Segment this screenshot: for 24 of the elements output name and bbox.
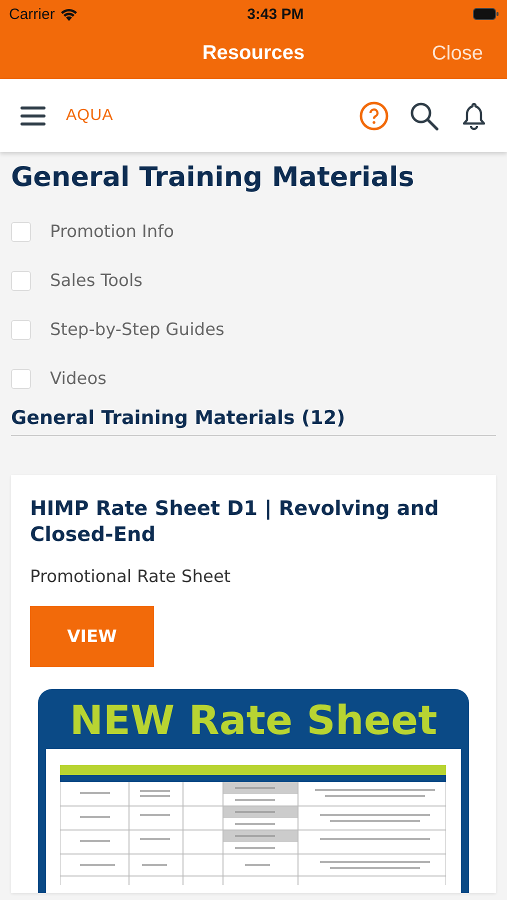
menu-icon[interactable]: [20, 106, 46, 126]
logo: AQUA: [66, 106, 114, 124]
filter-label: Sales Tools: [50, 270, 143, 290]
checkbox[interactable]: [11, 222, 31, 242]
filter-label: Videos: [50, 368, 106, 388]
close-button[interactable]: Close: [432, 42, 483, 65]
battery-icon: [472, 8, 499, 20]
card-title: HIMP Rate Sheet D1 | Revolving and Closed-End: [30, 495, 440, 547]
section-title: General Training Materials: [11, 162, 416, 193]
results-heading: General Training Materials (12): [11, 403, 496, 436]
carrier-label: Carrier: [9, 6, 55, 22]
filter-label: Promotion Info: [50, 222, 174, 242]
view-button[interactable]: VIEW: [30, 606, 154, 667]
checkbox[interactable]: [11, 320, 31, 340]
preview-headline: NEW Rate Sheet: [68, 697, 438, 746]
checkbox[interactable]: [11, 270, 31, 290]
search-icon[interactable]: [409, 100, 439, 130]
checkbox[interactable]: [11, 368, 31, 388]
help-icon[interactable]: [359, 100, 389, 130]
nav-title: Resources: [202, 42, 305, 65]
wifi-icon: [60, 8, 78, 20]
card-subtitle: Promotional Rate Sheet: [30, 567, 232, 587]
status-time: 3:43 PM: [247, 6, 304, 22]
filter-label: Step-by-Step Guides: [50, 320, 224, 340]
